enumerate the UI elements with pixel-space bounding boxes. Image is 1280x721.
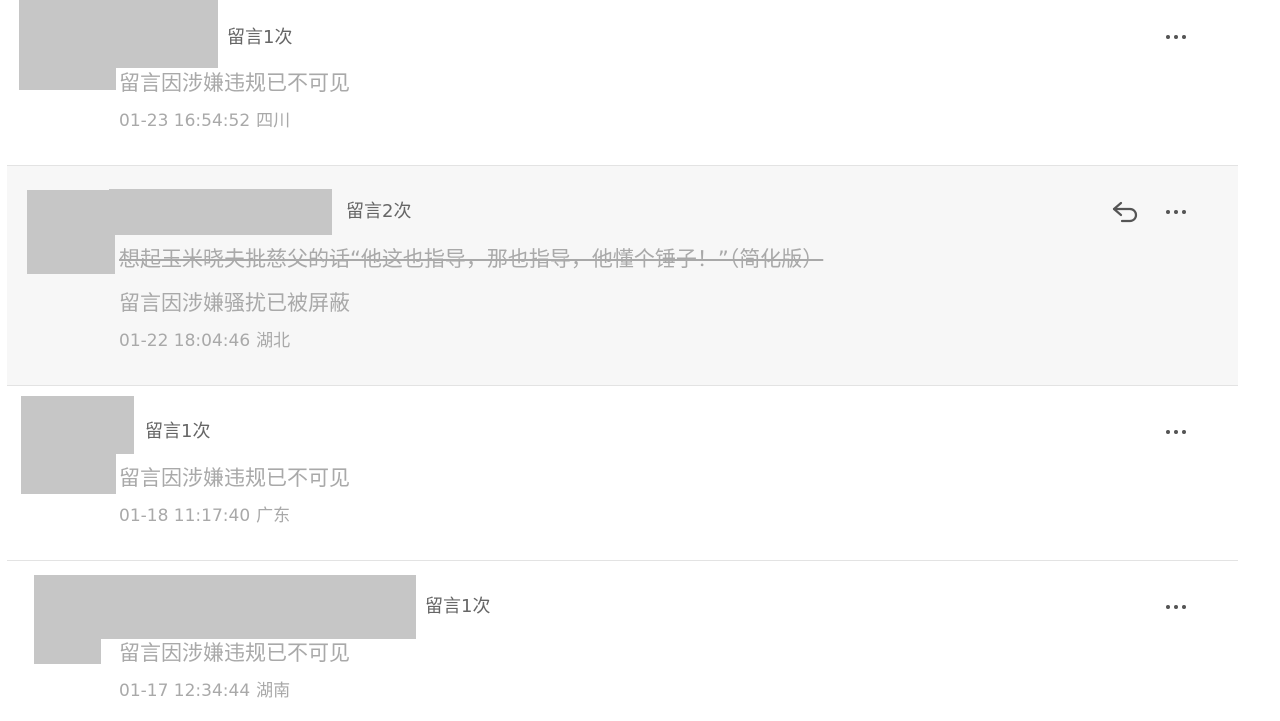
comment-location: 湖北 bbox=[256, 331, 291, 351]
comment-text: 留言因涉嫌骚扰已被屏蔽 bbox=[119, 291, 350, 315]
redacted-user-info bbox=[21, 396, 134, 454]
redacted-user-info bbox=[109, 189, 332, 235]
comment-location: 四川 bbox=[256, 111, 291, 131]
more-button[interactable] bbox=[1155, 420, 1195, 444]
comment-time: 01-17 12:34:44 bbox=[119, 681, 251, 701]
comment-meta: 01-22 18:04:46 湖北 bbox=[119, 330, 290, 352]
comment-text-struck: 想起玉米晓夫批慈父的话“他这也指导，那也指导，他懂个锤子！”（简化版） bbox=[119, 247, 824, 271]
comment-location: 广东 bbox=[256, 506, 291, 526]
more-button[interactable] bbox=[1155, 595, 1195, 619]
redacted-avatar bbox=[19, 60, 116, 90]
more-icon bbox=[1166, 430, 1186, 434]
comment-time: 01-18 11:17:40 bbox=[119, 506, 251, 526]
comment-location: 湖南 bbox=[256, 681, 291, 701]
redacted-avatar bbox=[27, 190, 115, 274]
more-icon bbox=[1166, 35, 1186, 39]
more-button[interactable] bbox=[1155, 200, 1195, 224]
reply-button[interactable] bbox=[1100, 196, 1140, 228]
more-icon bbox=[1166, 605, 1186, 609]
reply-icon bbox=[1112, 201, 1138, 223]
message-count: 留言1次 bbox=[425, 596, 491, 617]
comment-text: 留言因涉嫌违规已不可见 bbox=[119, 641, 350, 665]
redacted-user-info bbox=[19, 0, 218, 68]
comment-meta: 01-18 11:17:40 广东 bbox=[119, 505, 290, 527]
comment-meta: 01-17 12:34:44 湖南 bbox=[119, 680, 290, 702]
comment-meta: 01-23 16:54:52 四川 bbox=[119, 110, 290, 132]
comment-text: 留言因涉嫌违规已不可见 bbox=[119, 71, 350, 95]
redacted-avatar bbox=[21, 454, 116, 494]
comment-time: 01-23 16:54:52 bbox=[119, 111, 251, 131]
comment-time: 01-22 18:04:46 bbox=[119, 331, 251, 351]
more-icon bbox=[1166, 210, 1186, 214]
message-count: 留言2次 bbox=[346, 201, 412, 222]
more-button[interactable] bbox=[1155, 25, 1195, 49]
message-count: 留言1次 bbox=[227, 27, 293, 48]
redacted-avatar bbox=[34, 630, 101, 664]
message-count: 留言1次 bbox=[145, 421, 211, 442]
comment-text: 留言因涉嫌违规已不可见 bbox=[119, 466, 350, 490]
comment-list: 留言1次 留言因涉嫌违规已不可见 01-23 16:54:52 四川 留言2次 想… bbox=[0, 0, 1280, 721]
